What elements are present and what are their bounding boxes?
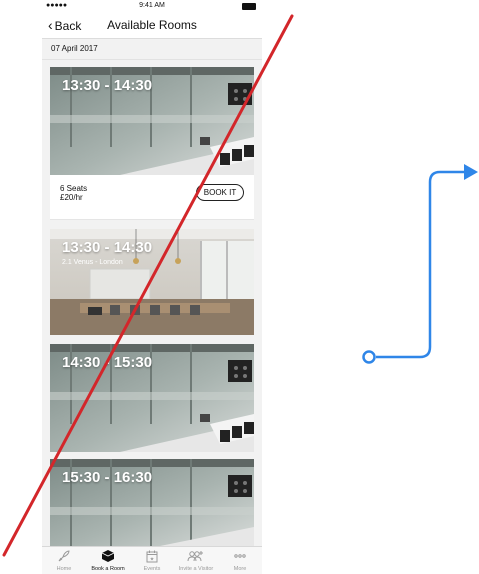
screen-canvas: ●●●●● 9:41 AM ‹ Back Available Rooms 07 A… (0, 0, 479, 574)
arrowhead-icon (464, 164, 478, 180)
flow-start-node (362, 350, 376, 364)
flow-arrow-connector (362, 164, 478, 364)
